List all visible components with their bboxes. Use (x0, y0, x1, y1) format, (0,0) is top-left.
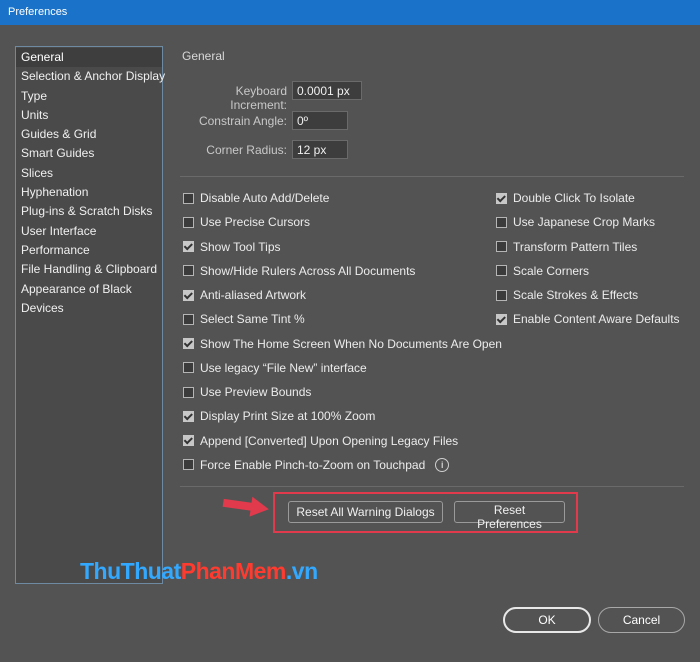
sidebar-item-general[interactable]: General (16, 48, 162, 68)
ok-button[interactable]: OK (503, 607, 591, 633)
category-sidebar: General Selection & Anchor Display Type Uni… (15, 46, 165, 584)
option-disable-auto-add-delete[interactable]: Disable Auto Add/Delete (183, 190, 329, 206)
sidebar-item-plug-ins-scratch-disks[interactable]: Plug-ins & Scratch Disks (16, 202, 162, 221)
option-use-japanese-crop-marks[interactable]: Use Japanese Crop Marks (496, 214, 655, 230)
checkbox[interactable] (183, 216, 194, 228)
option-show-tool-tips[interactable]: Show Tool Tips (183, 239, 281, 255)
checkbox-label: Use Preview Bounds (200, 385, 312, 399)
option-select-same-tint[interactable]: Select Same Tint % (183, 311, 305, 327)
checkbox[interactable] (183, 241, 194, 252)
sidebar-item-slices[interactable]: Slices (16, 164, 162, 183)
title-bar: Preferences (0, 0, 700, 25)
option-scale-strokes-effects[interactable]: Scale Strokes & Effects (496, 287, 638, 303)
reset-preferences-button[interactable]: Reset Preferences (454, 501, 565, 531)
sidebar-item-guides-grid[interactable]: Guides & Grid (16, 125, 162, 144)
reset-warning-dialogs-button[interactable]: Reset All Warning Dialogs (288, 501, 443, 523)
watermark-part2: PhanMem (180, 558, 287, 584)
watermark-part1: ThuThuat (80, 558, 181, 584)
info-icon[interactable]: i (435, 457, 450, 472)
constrain-angle-label: Constrain Angle: (198, 114, 287, 128)
checkbox-label: Anti-aliased Artwork (200, 288, 307, 302)
checkbox[interactable] (183, 386, 194, 398)
checkbox-label: Display Print Size at 100% Zoom (200, 409, 376, 424)
checkbox[interactable] (496, 265, 507, 277)
corner-radius-label: Corner Radius: (206, 143, 287, 157)
checkbox[interactable] (496, 313, 507, 325)
checkbox-label: Use Precise Cursors (200, 215, 311, 230)
watermark-part3: .vn (285, 558, 318, 584)
sidebar-item-devices[interactable]: Devices (16, 299, 162, 318)
checkbox-label: Double Click To Isolate (513, 191, 635, 205)
cancel-button[interactable]: Cancel (598, 607, 685, 633)
checkbox[interactable] (183, 313, 194, 325)
sidebar-item-performance[interactable]: Performance (16, 241, 162, 260)
preferences-dialog: General Selection & Anchor Display Type Uni… (0, 25, 700, 662)
checkbox-label: Scale Corners (513, 263, 590, 278)
checkbox[interactable] (183, 289, 194, 301)
right-arrow-icon (221, 495, 271, 522)
sidebar-item-file-handling-clipboard[interactable]: File Handling & Clipboard (16, 260, 162, 279)
sidebar-item-selection-anchor-display[interactable]: Selection & Anchor Display (16, 67, 165, 86)
option-scale-corners[interactable]: Scale Corners (496, 263, 589, 279)
checkbox[interactable] (496, 216, 507, 228)
checkbox[interactable] (183, 362, 194, 374)
divider (180, 486, 684, 487)
checkbox[interactable] (496, 192, 507, 204)
checkbox-label: Transform Pattern Tiles (513, 239, 638, 254)
keyboard-increment-label: Keyboard Increment: (230, 84, 287, 112)
checkbox-label: Select Same Tint % (200, 312, 305, 327)
option-double-click-to-isolate[interactable]: Double Click To Isolate (496, 190, 635, 206)
sidebar-item-smart-guides[interactable]: Smart Guides (16, 144, 162, 163)
checkbox-label: Disable Auto Add/Delete (200, 191, 330, 205)
sidebar-item-user-interface[interactable]: User Interface (16, 222, 162, 241)
sidebar-item-appearance-of-black[interactable]: Appearance of Black (16, 280, 162, 299)
option-append-converted-upon-opening-legacy-files[interactable]: Append [Converted] Upon Opening Legacy F… (183, 433, 458, 449)
window-title: Preferences (8, 6, 68, 18)
watermark: ThuThuatPhanMem.vn (80, 558, 318, 585)
checkbox[interactable] (183, 459, 194, 471)
checkbox[interactable] (183, 265, 194, 277)
option-display-print-size-at-100-zoom[interactable]: Display Print Size at 100% Zoom (183, 408, 375, 424)
checkbox[interactable] (183, 410, 194, 422)
checkbox[interactable] (496, 241, 507, 252)
divider (180, 176, 684, 177)
option-transform-pattern-tiles[interactable]: Transform Pattern Tiles (496, 239, 637, 255)
checkbox[interactable] (496, 289, 507, 301)
option-use-precise-cursors[interactable]: Use Precise Cursors (183, 214, 310, 230)
corner-radius-input[interactable] (292, 140, 348, 159)
checkbox[interactable] (183, 435, 194, 446)
checkbox-label: Show Tool Tips (200, 239, 281, 254)
option-anti-aliased-artwork[interactable]: Anti-aliased Artwork (183, 287, 306, 303)
option-use-legacy-file-new-interface[interactable]: Use legacy “File New” interface (183, 360, 367, 376)
checkbox-label: Append [Converted] Upon Opening Legacy F… (200, 433, 459, 448)
checkbox-label: Show/Hide Rulers Across All Documents (200, 263, 416, 278)
keyboard-increment-input[interactable] (292, 81, 362, 100)
checkbox-label: Enable Content Aware Defaults (513, 312, 680, 327)
section-title: General (182, 49, 225, 63)
checkbox-label: Show The Home Screen When No Documents A… (200, 336, 502, 351)
sidebar-item-hyphenation[interactable]: Hyphenation (16, 183, 162, 202)
option-force-enable-pinch-to-zoom-on-touchpad[interactable]: Force Enable Pinch-to-Zoom on Touchpad i (183, 457, 450, 473)
checkbox[interactable] (183, 338, 194, 349)
checkbox-label: Use Japanese Crop Marks (513, 215, 656, 230)
constrain-angle-input[interactable] (292, 111, 348, 130)
option-enable-content-aware-defaults[interactable]: Enable Content Aware Defaults (496, 311, 680, 327)
sidebar-item-units[interactable]: Units (16, 106, 162, 125)
option-show-hide-rulers-across-all-documents[interactable]: Show/Hide Rulers Across All Documents (183, 263, 415, 279)
option-show-the-home-screen-when-no-documents-are-open[interactable]: Show The Home Screen When No Documents A… (183, 336, 502, 352)
option-use-preview-bounds[interactable]: Use Preview Bounds (183, 384, 311, 400)
checkbox-label: Use legacy “File New” interface (200, 360, 367, 375)
checkbox[interactable] (183, 192, 194, 204)
checkbox-label: Scale Strokes & Effects (513, 288, 639, 302)
sidebar-item-type[interactable]: Type (16, 87, 162, 106)
checkbox-label: Force Enable Pinch-to-Zoom on Touchpad (200, 457, 426, 472)
